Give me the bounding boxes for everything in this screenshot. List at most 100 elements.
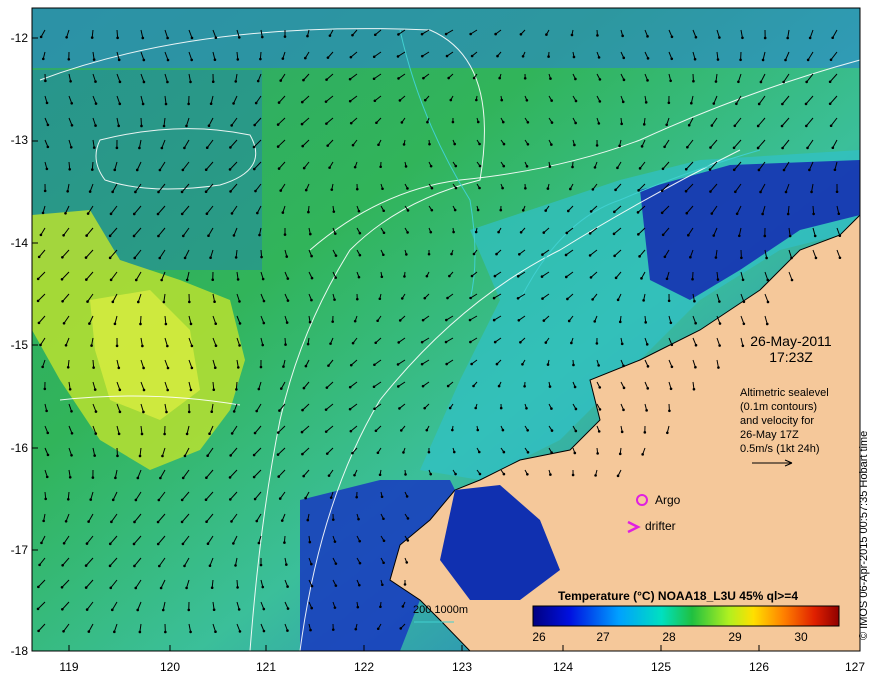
velocity-arrow-head [498, 76, 501, 80]
velocity-arrow-head [156, 212, 160, 216]
velocity-arrow-head [709, 146, 712, 149]
velocity-arrow-head [406, 231, 409, 234]
velocity-arrow-head [213, 58, 217, 61]
velocity-arrow-head [526, 450, 530, 454]
velocity-arrow-head [118, 410, 122, 414]
velocity-arrow-head [597, 430, 601, 433]
velocity-arrow-head [358, 253, 362, 257]
velocity-arrow-head [423, 406, 426, 410]
velocity-arrow-head [232, 102, 235, 105]
velocity-arrow-head [204, 190, 208, 193]
velocity-arrow-head [421, 318, 425, 322]
velocity-arrow-head [670, 57, 674, 61]
velocity-arrow-head [349, 363, 353, 367]
velocity-arrow-head [181, 234, 185, 238]
velocity-arrow-head [230, 124, 233, 127]
velocity-arrow-head [334, 584, 338, 587]
velocity-arrow-head [663, 145, 666, 149]
altimetric-note: 0.5m/s (1kt 24h) [740, 443, 820, 455]
velocity-arrow-head [666, 431, 669, 435]
velocity-arrow-head [117, 432, 121, 436]
velocity-arrow-head [598, 408, 602, 411]
velocity-arrow-head [158, 256, 162, 260]
velocity-arrow-head [252, 453, 256, 457]
altimetric-note: and velocity for [740, 415, 814, 427]
velocity-arrow-head [278, 409, 281, 412]
velocity-arrow-head [566, 209, 570, 213]
velocity-arrow-head [570, 33, 574, 37]
velocity-arrow-head [136, 476, 140, 480]
velocity-arrow-head [40, 541, 43, 545]
velocity-arrow-head [669, 79, 672, 83]
velocity-arrow-head [526, 428, 529, 432]
velocity-arrow-head [255, 519, 259, 523]
velocity-arrow-head [692, 387, 696, 391]
velocity-arrow-head [111, 300, 115, 304]
velocity-arrow-head [718, 36, 721, 39]
sea-north-cool-band [32, 8, 860, 68]
velocity-arrow-head [399, 627, 403, 630]
velocity-arrow-head [423, 296, 427, 300]
velocity-arrow-head [781, 146, 784, 150]
velocity-arrow-head [324, 100, 328, 103]
velocity-arrow-head [373, 99, 377, 103]
velocity-arrow-head [85, 278, 88, 281]
velocity-arrow-head [759, 80, 763, 84]
velocity-arrow-head [37, 585, 40, 589]
velocity-arrow-head [523, 76, 527, 80]
velocity-arrow-head [453, 208, 457, 212]
velocity-arrow-head [660, 189, 664, 193]
velocity-arrow-head [180, 520, 184, 524]
velocity-arrow-head [718, 300, 721, 303]
velocity-arrow-head [469, 32, 472, 36]
velocity-arrow-head [189, 630, 192, 634]
velocity-arrow-head [476, 428, 480, 432]
velocity-arrow-head [550, 121, 554, 124]
velocity-arrow-head [214, 36, 218, 39]
velocity-arrow-head [300, 100, 304, 104]
velocity-arrow-head [694, 35, 698, 39]
velocity-arrow-head [190, 344, 194, 348]
velocity-arrow-head [449, 98, 453, 102]
velocity-arrow-head [185, 586, 188, 590]
velocity-arrow-head [328, 34, 332, 37]
velocity-arrow-head [276, 123, 280, 126]
velocity-arrow-head [572, 363, 575, 367]
velocity-arrow-head [804, 102, 808, 106]
velocity-arrow-head [207, 124, 211, 127]
velocity-arrow-head [732, 146, 736, 150]
velocity-arrow-head [742, 300, 746, 304]
velocity-arrow-head [142, 80, 146, 84]
velocity-arrow-head [85, 542, 89, 545]
velocity-arrow-head [349, 429, 353, 433]
velocity-arrow-head [565, 231, 569, 235]
velocity-arrow-head [382, 253, 385, 257]
velocity-arrow-head [618, 452, 622, 456]
velocity-arrow-head [45, 475, 49, 479]
velocity-arrow-head [516, 296, 520, 300]
velocity-arrow-head [285, 255, 289, 258]
velocity-arrow-head [284, 343, 287, 346]
velocity-arrow-head [329, 342, 332, 345]
velocity-arrow-head [41, 57, 45, 61]
velocity-arrow-head [212, 388, 216, 391]
velocity-arrow-head [281, 57, 285, 60]
velocity-arrow-head [208, 432, 211, 435]
velocity-arrow-head [135, 168, 139, 172]
velocity-arrow-head [258, 233, 261, 237]
velocity-arrow-head [351, 143, 355, 147]
velocity-arrow-head [348, 99, 352, 103]
velocity-arrow-head [550, 451, 553, 454]
velocity-arrow-head [300, 430, 304, 434]
velocity-arrow-head [279, 387, 283, 390]
velocity-arrow-head [85, 608, 89, 611]
velocity-arrow-head [786, 36, 789, 40]
velocity-arrow-head [382, 517, 385, 521]
velocity-arrow-head [665, 123, 668, 127]
velocity-arrow-head [253, 431, 257, 435]
velocity-arrow-head [837, 212, 841, 216]
velocity-arrow-head [64, 519, 68, 523]
velocity-arrow-head [685, 211, 689, 215]
velocity-arrow-head [525, 98, 529, 102]
velocity-arrow-head [158, 168, 162, 172]
